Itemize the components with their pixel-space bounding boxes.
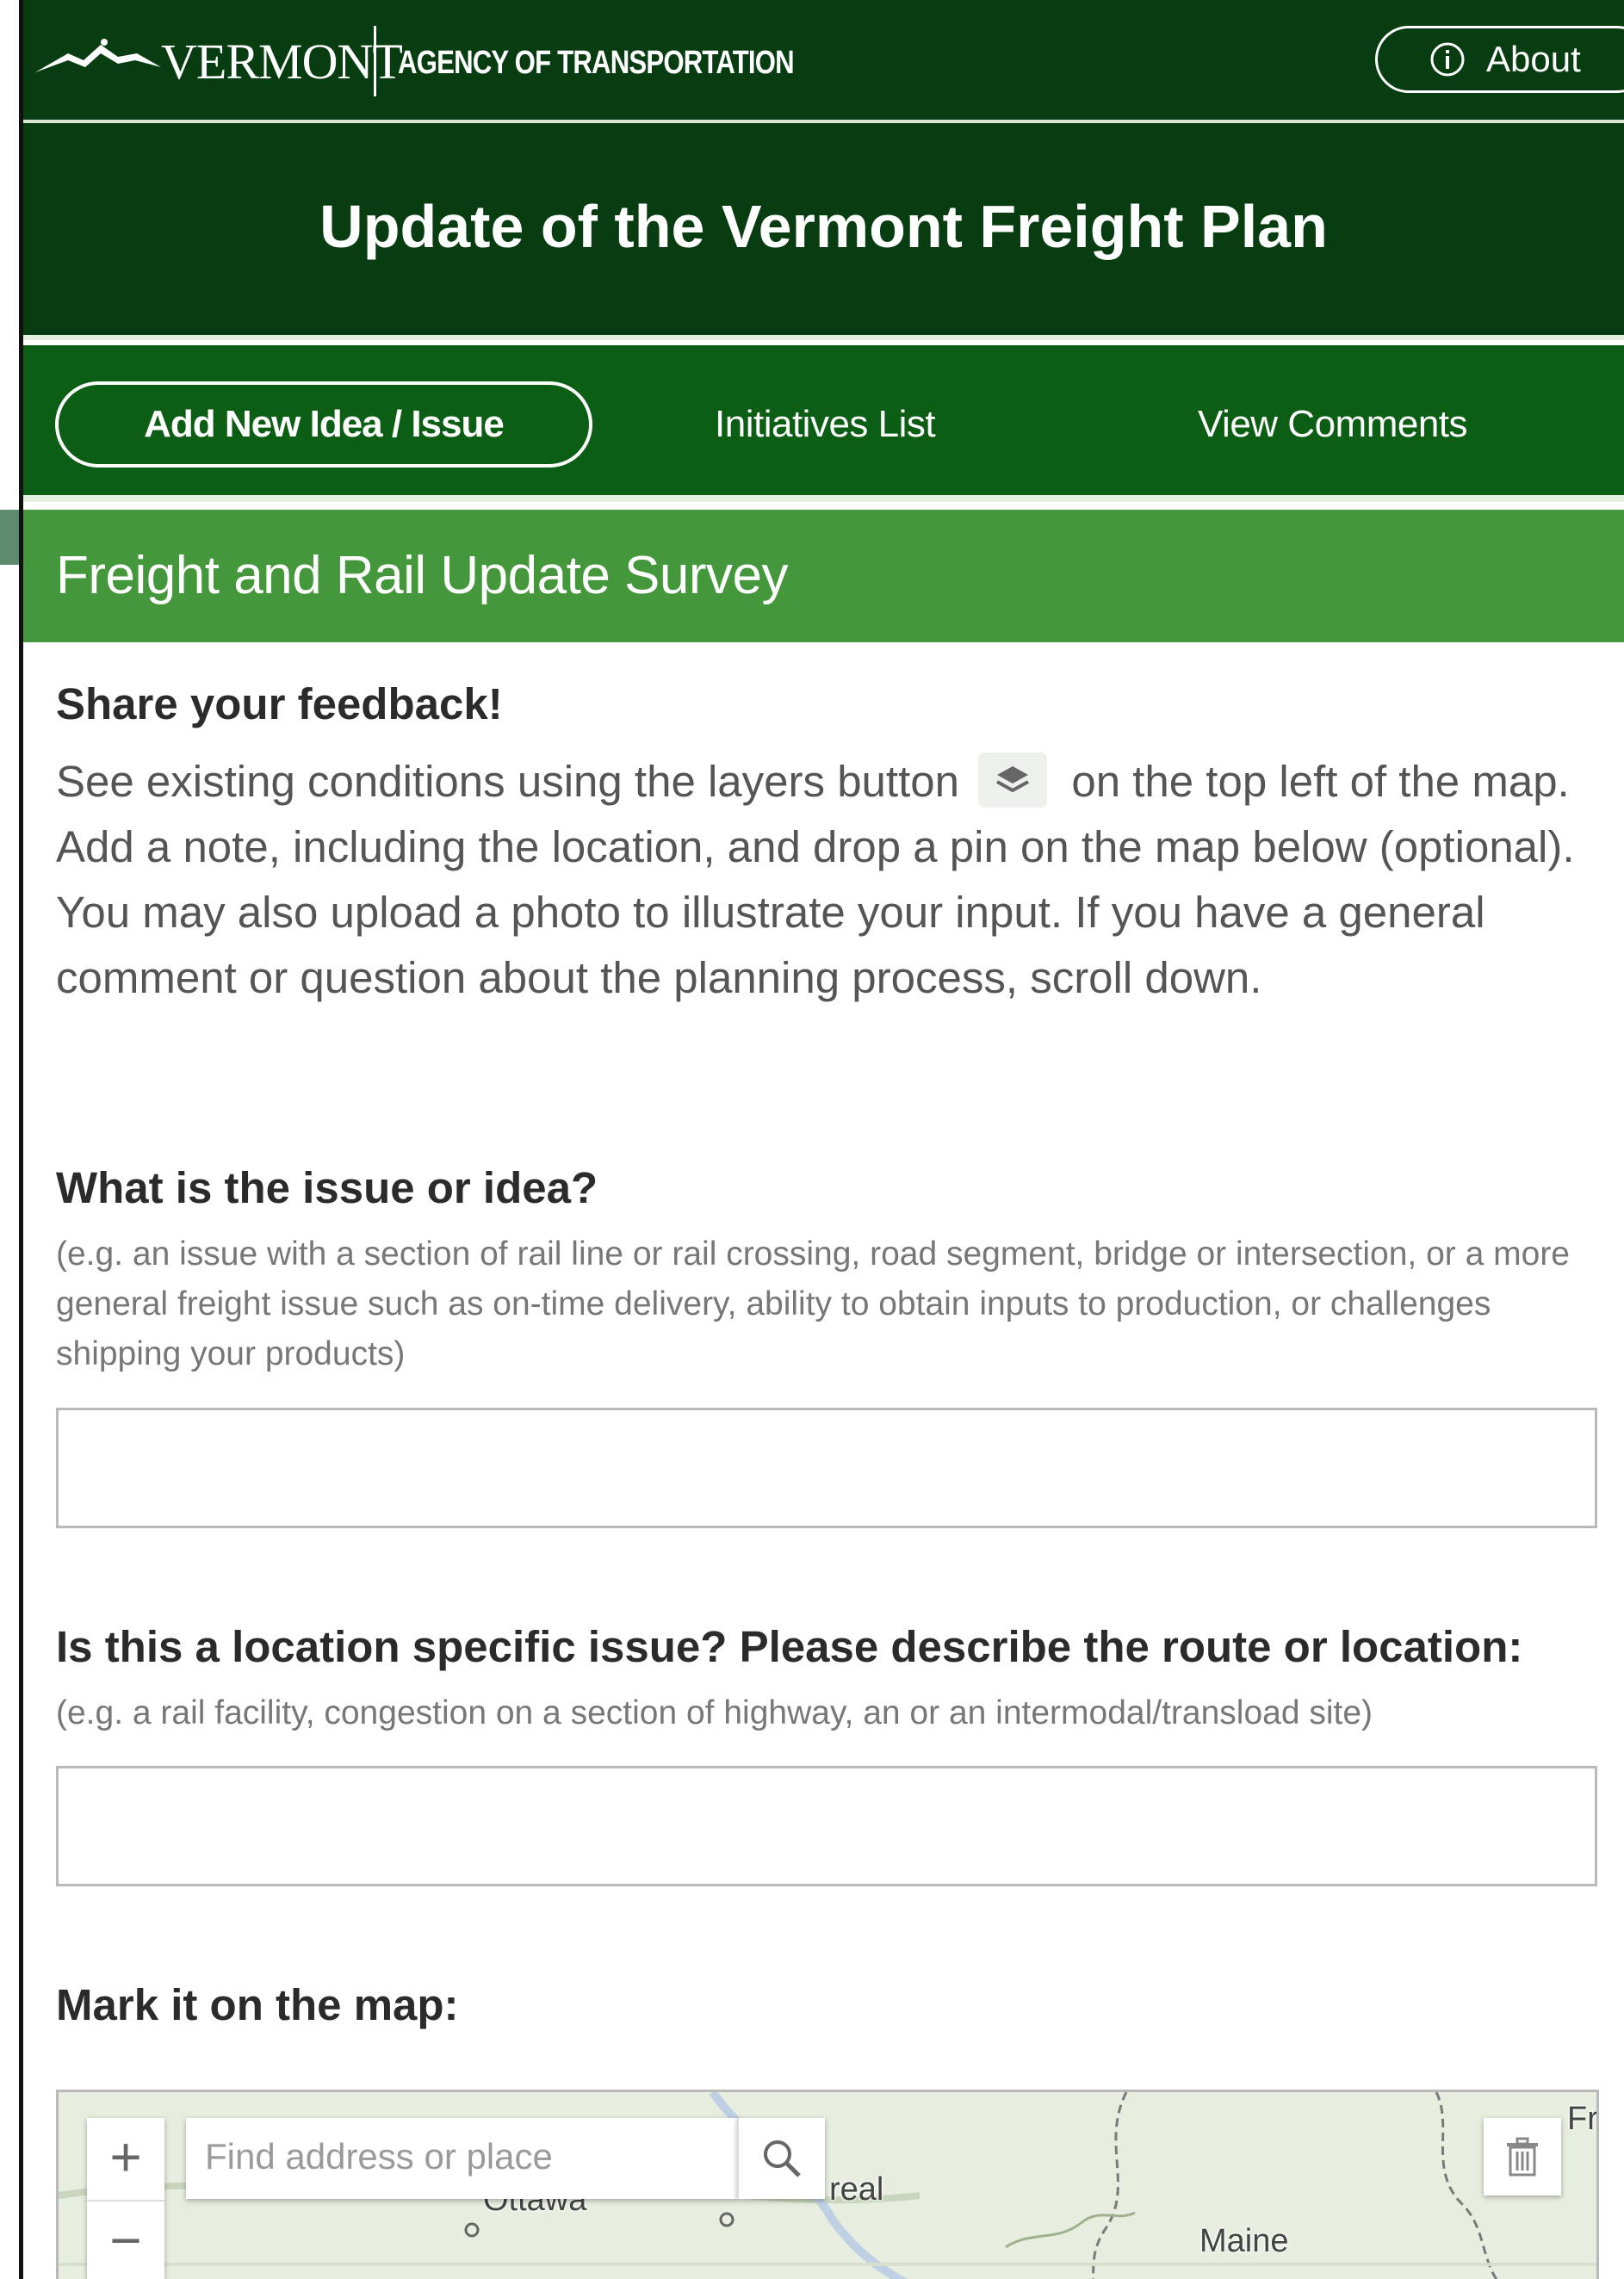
zoom-out-button[interactable]: − — [87, 2200, 164, 2279]
survey-title: Freight and Rail Update Survey — [56, 546, 789, 605]
map-search-input[interactable] — [186, 2118, 720, 2195]
location-input[interactable] — [56, 1766, 1597, 1886]
view-comments-link[interactable]: View Comments — [1198, 381, 1468, 468]
about-button[interactable]: About — [1375, 26, 1624, 93]
left-border — [19, 0, 23, 2279]
question-location-label: Is this a location specific issue? Pleas… — [56, 1622, 1523, 1671]
question-issue-label: What is the issue or idea? — [56, 1163, 598, 1212]
state-name: VERMONT — [161, 34, 403, 90]
map-search-box — [186, 2118, 737, 2199]
survey-header: Freight and Rail Update Survey — [23, 510, 1624, 642]
agency-name: AGENCY OF TRANSPORTATION — [398, 45, 795, 81]
brand-divider — [374, 26, 376, 96]
info-circle-icon — [1430, 42, 1465, 77]
about-label: About — [1486, 39, 1581, 79]
clear-pin-button[interactable] — [1484, 2118, 1561, 2195]
add-new-idea-button[interactable]: Add New Idea / Issue — [55, 381, 592, 468]
trash-icon — [1507, 2137, 1538, 2177]
agency-header: VERMONT AGENCY OF TRANSPORTATION About — [23, 0, 1624, 123]
search-icon — [764, 2140, 801, 2177]
title-banner: Update of the Vermont Freight Plan — [23, 123, 1624, 340]
zoom-control: + − — [87, 2118, 164, 2279]
map-place-corner: Fr — [1567, 2101, 1598, 2137]
layers-icon — [978, 752, 1048, 808]
map-section-label: Mark it on the map: — [56, 1980, 459, 2029]
question-location-help: (e.g. a rail facility, congestion on a s… — [56, 1694, 1373, 1731]
map-place-montreal: real — [829, 2171, 884, 2208]
zoom-in-button[interactable]: + — [87, 2118, 164, 2195]
issue-input[interactable] — [56, 1408, 1597, 1528]
intro-text-before: See existing conditions using the layers… — [56, 757, 959, 806]
map-search-button[interactable] — [737, 2118, 825, 2199]
page-title: Update of the Vermont Freight Plan — [319, 193, 1328, 260]
page: VERMONT AGENCY OF TRANSPORTATION About U… — [0, 0, 1624, 2279]
left-edge-marker — [0, 510, 19, 565]
intro-heading: Share your feedback! — [56, 679, 503, 728]
question-issue-help: (e.g. an issue with a section of rail li… — [56, 1235, 1570, 1372]
intro-text: See existing conditions using the layers… — [56, 749, 1606, 1011]
initiatives-list-link[interactable]: Initiatives List — [715, 381, 936, 468]
main-nav: Add New Idea / Issue Initiatives List Vi… — [23, 345, 1624, 502]
map-widget[interactable]: Ottawa real Maine Fr + − — [56, 2090, 1599, 2279]
vermont-mountain-logo-icon — [35, 39, 161, 72]
map-place-maine: Maine — [1199, 2223, 1289, 2259]
